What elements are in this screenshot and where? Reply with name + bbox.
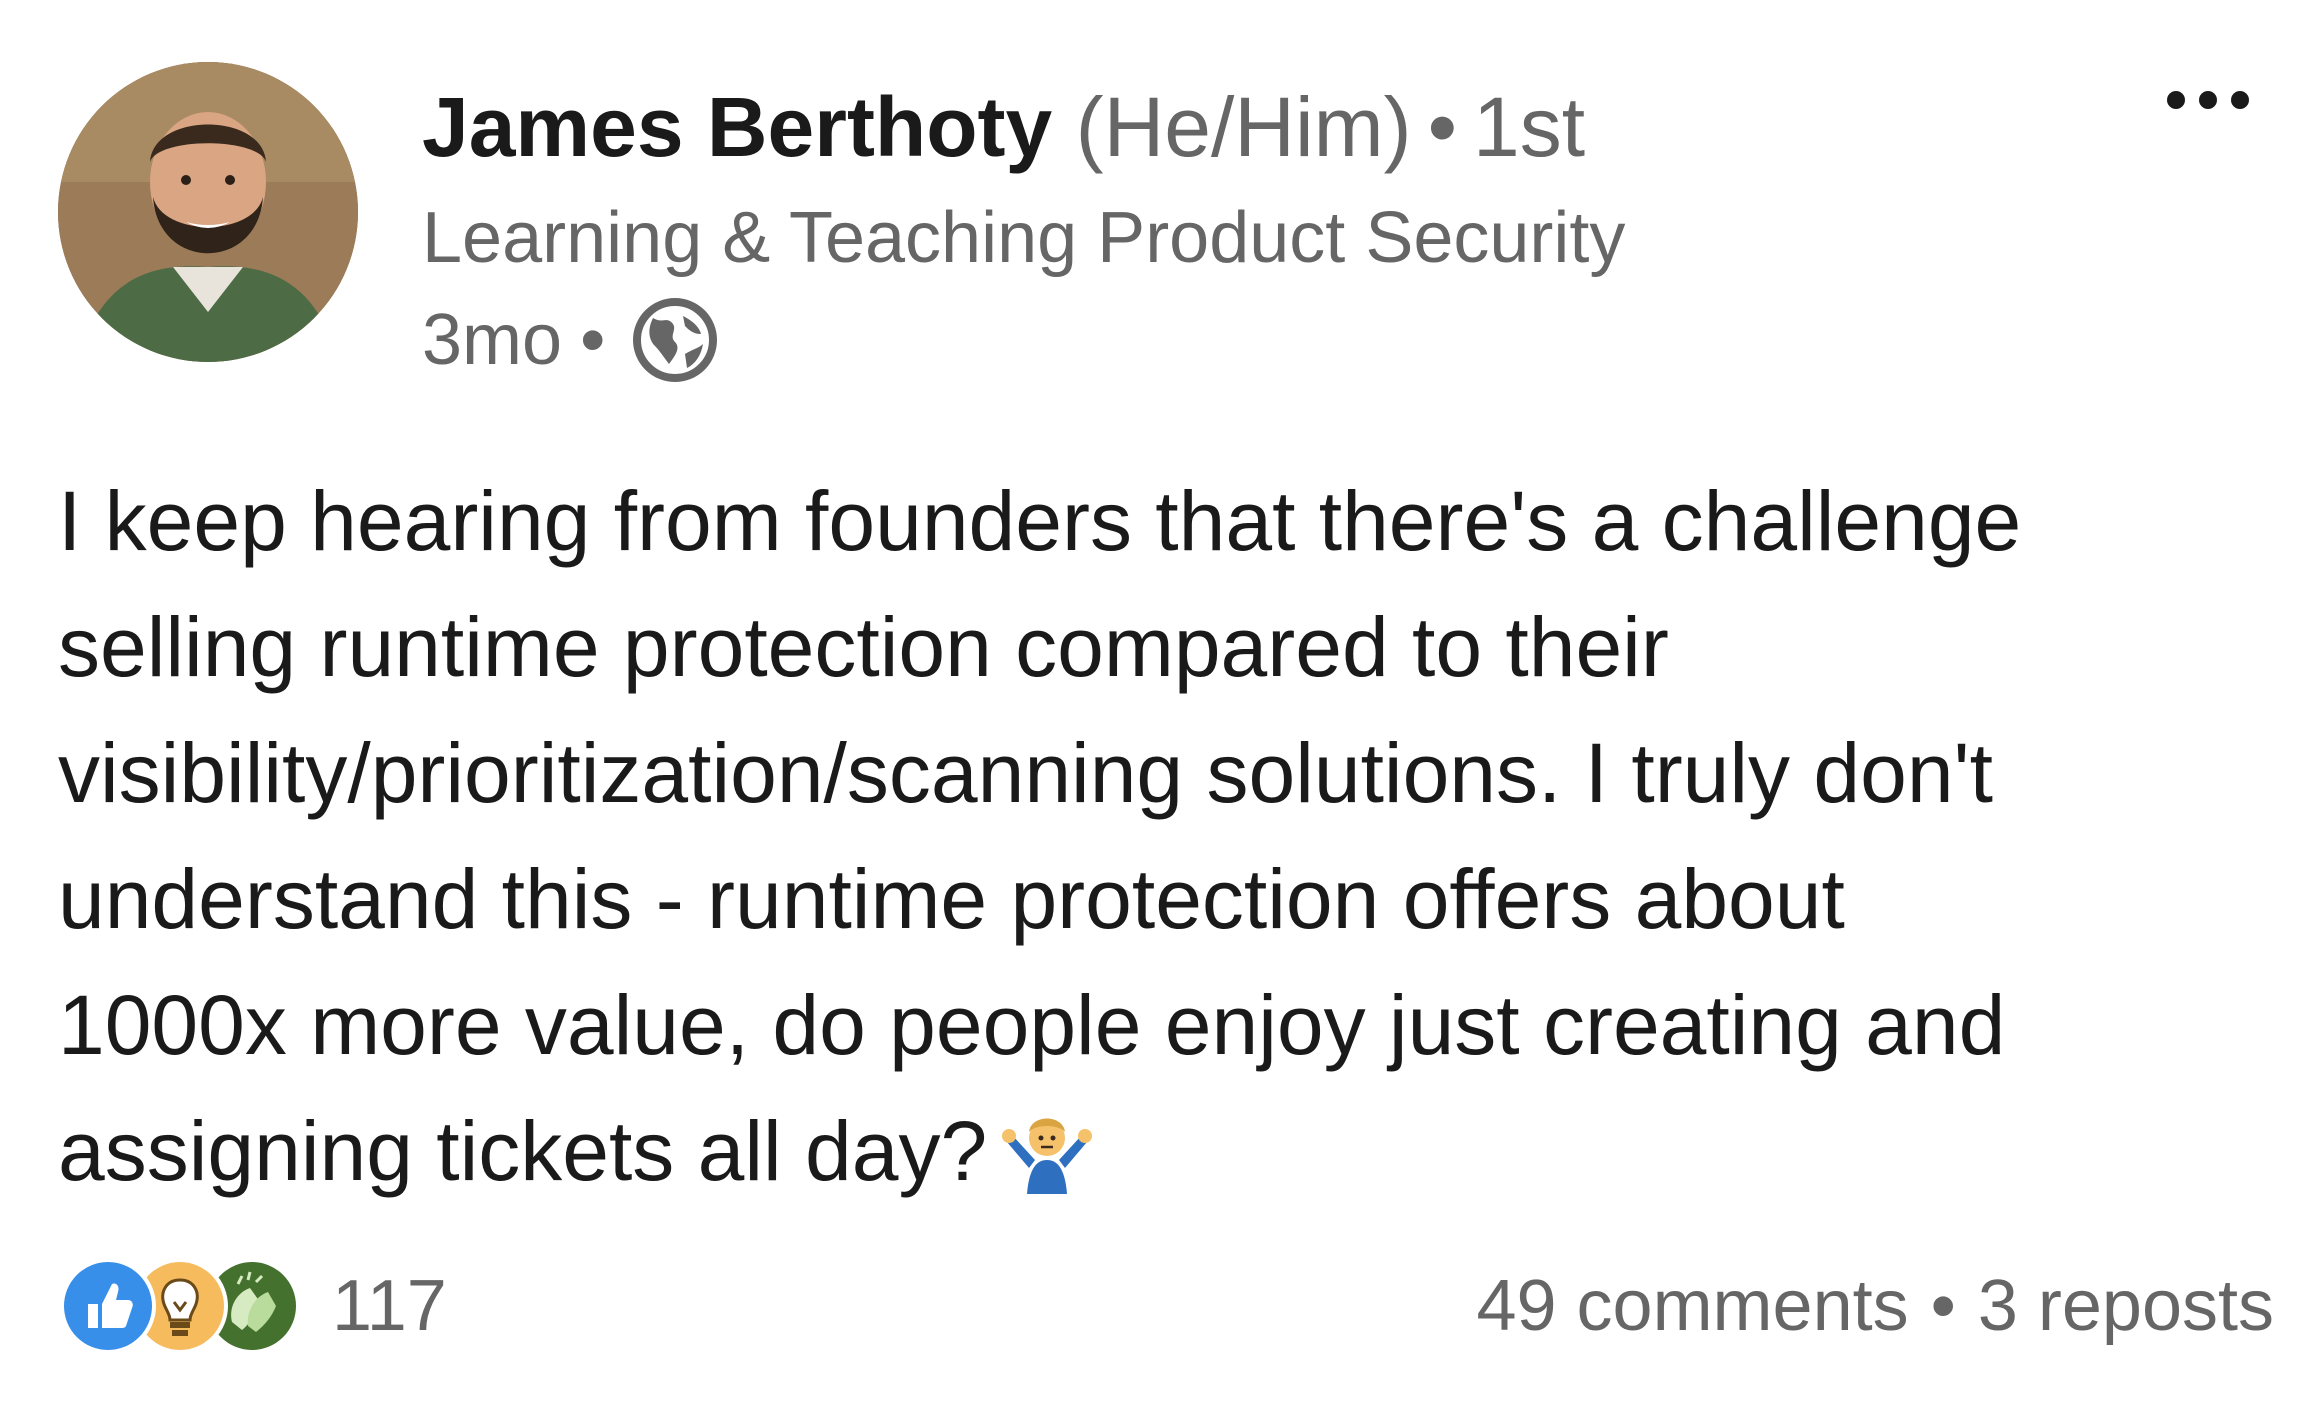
feed-post: James Berthoty (He/Him) • 1st Learning & T… (0, 0, 2302, 1414)
author-avatar[interactable] (58, 62, 358, 362)
engagement-stats: 49 comments • 3 reposts (1476, 1258, 2274, 1354)
post-meta: 3mo • (422, 290, 721, 390)
person-shrugging-emoji-icon (1001, 1102, 1093, 1194)
post-text-line: assigning tickets all day? (58, 1104, 988, 1198)
reaction-count: 117 (332, 1266, 447, 1346)
author-separator: • (1427, 80, 1457, 174)
meta-separator: • (580, 300, 606, 380)
post-text: I keep hearing from founders that there'… (58, 458, 2278, 1214)
reposts-count[interactable]: 3 reposts (1978, 1265, 2274, 1347)
reactions-summary[interactable]: 117 (60, 1258, 447, 1354)
connection-degree: 1st (1472, 80, 1586, 174)
like-icon (60, 1258, 156, 1354)
post-time[interactable]: 3mo (422, 290, 562, 390)
post-text-line: selling runtime protection compared to t… (58, 600, 1669, 694)
more-options-icon[interactable] (2160, 78, 2256, 122)
post-text-line: visibility/prioritization/scanning solut… (58, 726, 1993, 820)
post-text-line: I keep hearing from founders that there'… (58, 474, 2022, 568)
post-text-line: 1000x more value, do people enjoy just c… (58, 978, 2006, 1072)
author-pronouns: (He/Him) (1075, 80, 1412, 174)
post-text-line: understand this - runtime protection off… (58, 852, 1845, 946)
author-line: James Berthoty (He/Him) • 1st (422, 72, 1585, 182)
author-headline: Learning & Teaching Product Security (422, 198, 1626, 278)
author-name[interactable]: James Berthoty (422, 80, 1052, 174)
post-text-last-line: assigning tickets all day? (58, 1088, 2278, 1214)
stats-separator: • (1930, 1266, 1956, 1346)
comments-count[interactable]: 49 comments (1476, 1265, 1908, 1347)
globe-icon (629, 294, 721, 386)
